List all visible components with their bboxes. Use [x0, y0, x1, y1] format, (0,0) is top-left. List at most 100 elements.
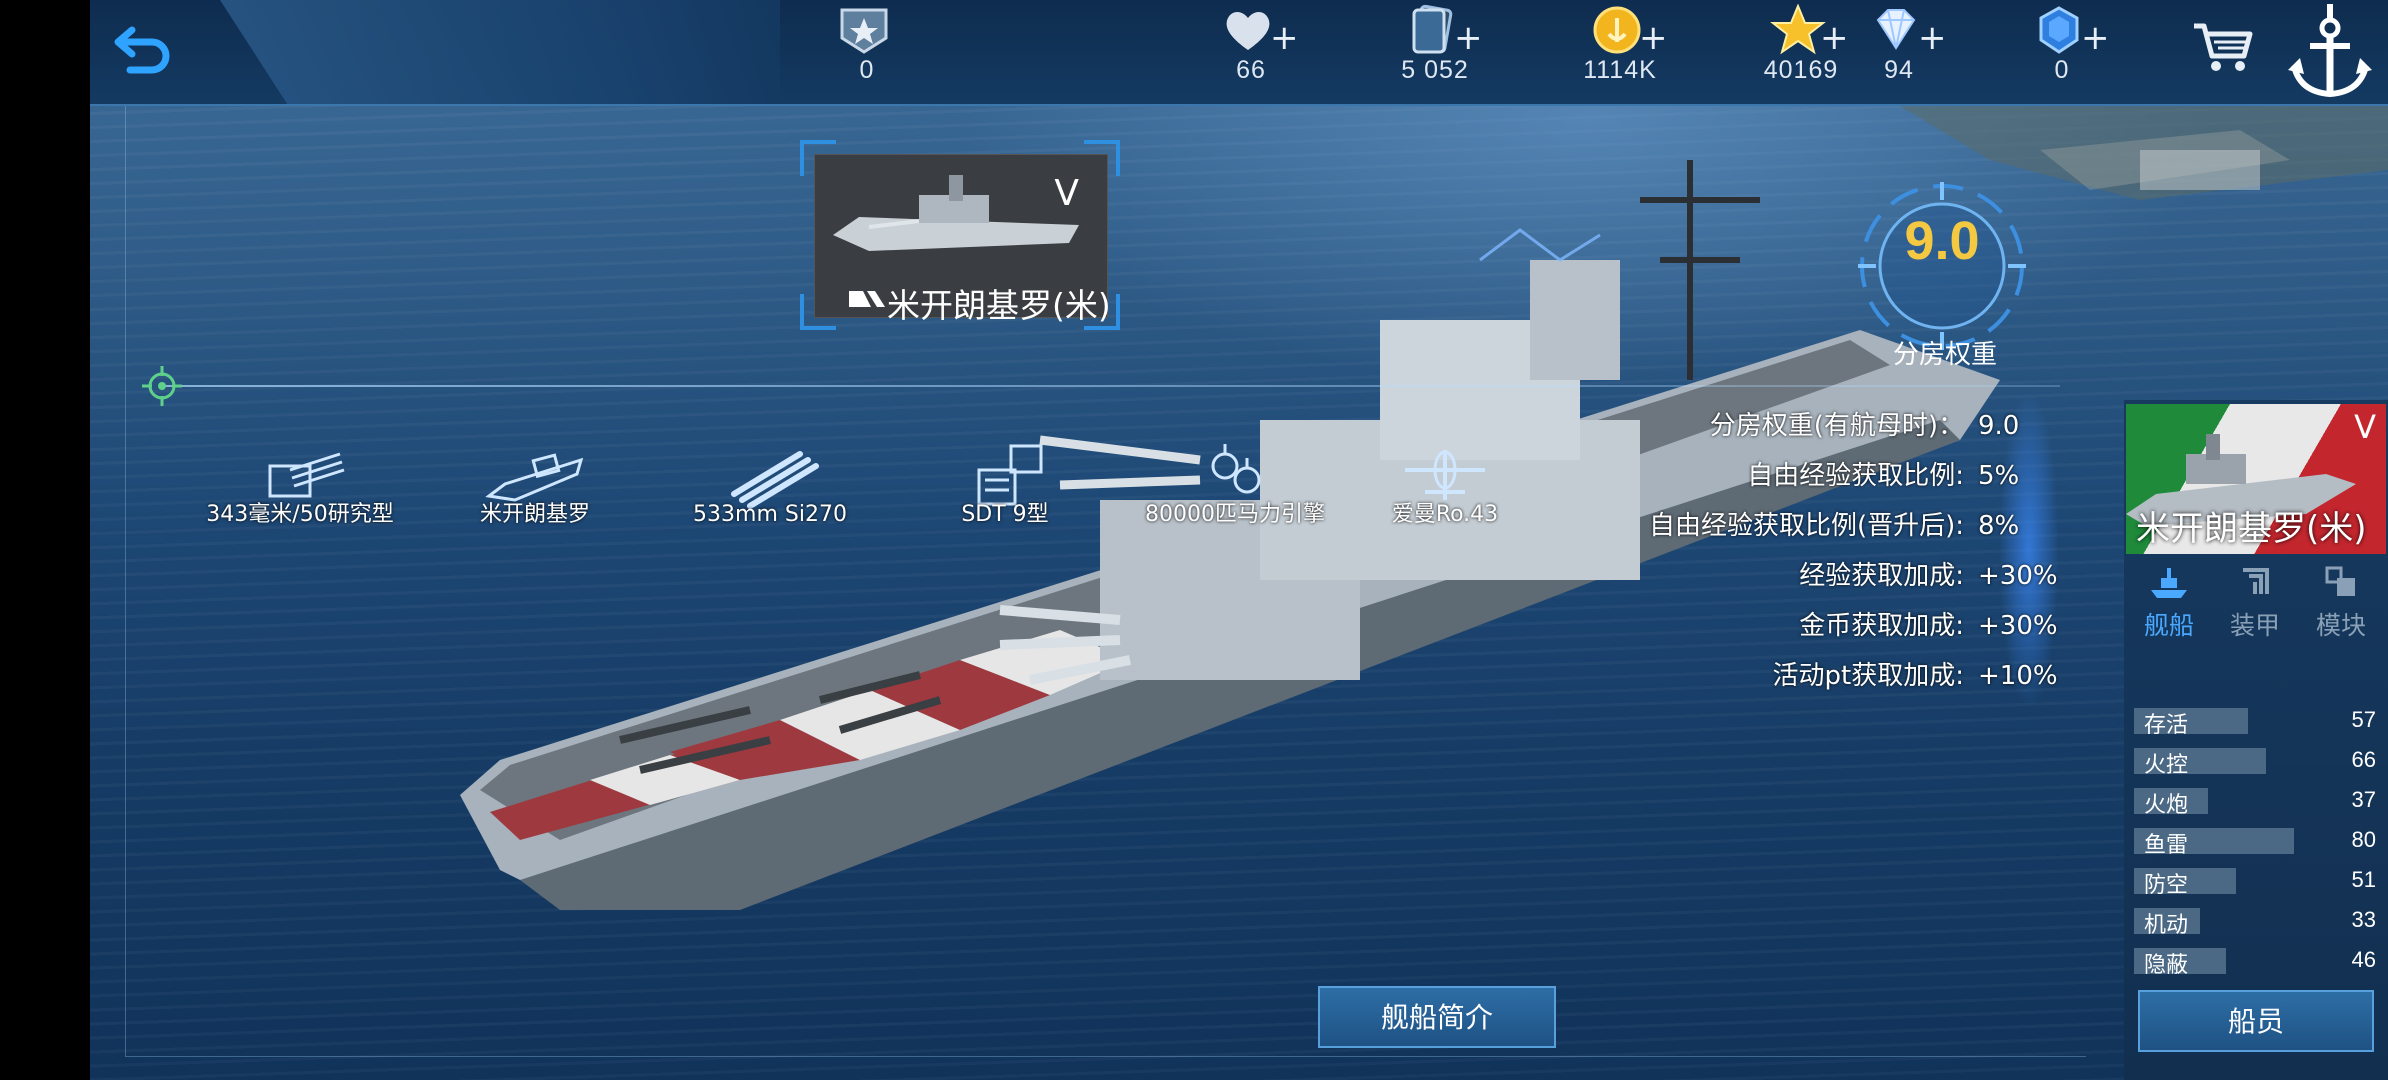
module-aircraft[interactable]: 爱曼Ro.43: [1340, 440, 1550, 560]
module-fire-control[interactable]: SDT 9型: [900, 440, 1110, 560]
attribute-label: 火炮: [2144, 793, 2189, 818]
card-icon: [1412, 4, 1453, 54]
resource-coins[interactable]: + 1114K: [1555, 4, 1685, 100]
attribute-row: 鱼雷 80: [2134, 824, 2384, 858]
blue-gem-icon: [2039, 6, 2079, 54]
stat-value: 5%: [1978, 461, 2020, 491]
hearts-value: 66: [1236, 56, 1266, 84]
gold-coin-icon: [1593, 6, 1641, 54]
module-label: SDT 9型: [961, 502, 1049, 527]
stat-label: 自由经验获取比例(晋升后):: [1648, 511, 1964, 541]
module-label: 343毫米/50研究型: [206, 502, 394, 527]
tab-armor[interactable]: 装甲: [2212, 556, 2298, 642]
attribute-row: 机动 33: [2134, 904, 2384, 938]
module-torpedo[interactable]: 533mm Si270: [665, 440, 875, 560]
resource-rank[interactable]: 0: [802, 4, 932, 100]
stat-label: 活动pt获取加成:: [1772, 661, 1964, 691]
resource-diamonds[interactable]: + 94: [1834, 4, 1964, 100]
attribute-label: 机动: [2144, 913, 2189, 938]
attribute-value: 37: [2351, 787, 2376, 812]
torpedo-icon: [731, 451, 819, 509]
module-engine[interactable]: 80000匹马力引擎: [1130, 440, 1340, 560]
plus-icon[interactable]: +: [1270, 18, 1299, 58]
heart-icon: [1226, 12, 1270, 50]
attribute-value: 80: [2351, 827, 2376, 852]
stat-value: +30%: [1978, 611, 2058, 641]
shopping-cart-icon[interactable]: [2190, 18, 2256, 74]
stat-row: 金币获取加成: +30%: [1799, 605, 2068, 645]
card-body: V 米开朗基罗(米): [814, 154, 1111, 325]
module-label: 爱曼Ro.43: [1391, 502, 1499, 527]
tab-label: 舰船: [2143, 611, 2194, 640]
left-black-margin: [0, 0, 90, 1080]
ship-card[interactable]: V 米开朗基罗(米): [800, 140, 1120, 330]
crosshair-icon: [142, 366, 182, 406]
stat-row: 自由经验获取比例: 5%: [1747, 455, 2068, 495]
tab-ship[interactable]: 舰船: [2126, 556, 2212, 642]
stat-row: 分房权重(有航母时)： 9.0: [1710, 405, 2068, 445]
back-arrow-icon[interactable]: [112, 22, 174, 78]
diamonds-value: 94: [1884, 56, 1914, 84]
attribute-row: 火控 66: [2134, 744, 2384, 778]
main-gun-turret-icon: [268, 452, 345, 498]
attribute-label: 防空: [2144, 873, 2189, 898]
ship-name: 米开朗基罗(米): [887, 286, 1111, 325]
tab-label: 模块: [2315, 611, 2366, 640]
module-label: 米开朗基罗: [479, 502, 590, 527]
tab-label: 装甲: [2229, 611, 2280, 640]
attribute-value: 66: [2351, 747, 2376, 772]
plus-icon[interactable]: +: [1639, 18, 1668, 58]
rank-value: 0: [859, 56, 875, 84]
armor-tab-icon: [2243, 568, 2269, 594]
aircraft-icon: [1405, 450, 1485, 500]
attribute-value: 51: [2351, 867, 2376, 892]
tab-module[interactable]: 模块: [2298, 556, 2384, 642]
matchmaking-weight-label: 分房权重: [1892, 340, 1997, 370]
stat-label: 金币获取加成:: [1799, 611, 1964, 641]
plus-icon[interactable]: +: [1918, 18, 1947, 58]
plus-icon[interactable]: +: [2081, 18, 2110, 58]
rank-badge-icon: [840, 8, 888, 54]
attribute-row: 火炮 37: [2134, 784, 2384, 818]
stat-value: +10%: [1978, 661, 2058, 691]
engine-icon: [1211, 444, 1261, 494]
ship-thumbnail: [833, 175, 1079, 251]
stat-label: 经验获取加成:: [1799, 561, 1964, 591]
attribute-label: 火控: [2144, 753, 2189, 778]
ship-portrait[interactable]: V 米开朗基罗(米): [2126, 404, 2386, 554]
attribute-row: 防空 51: [2134, 864, 2384, 898]
portrait-ship-name: 米开朗基罗(米): [2136, 509, 2367, 549]
coins-value: 1114K: [1583, 56, 1657, 84]
attribute-label: 隐蔽: [2144, 953, 2189, 978]
stat-row: 经验获取加成: +30%: [1799, 555, 2068, 595]
ship-class-icon: [849, 291, 885, 307]
stat-label: 分房权重(有航母时)：: [1709, 411, 1964, 441]
attribute-label: 鱼雷: [2144, 833, 2189, 858]
portrait-tier: V: [2354, 408, 2376, 446]
attribute-value: 57: [2351, 707, 2376, 732]
resource-gems[interactable]: + 0: [1997, 4, 2127, 100]
star-icon: [1770, 4, 1826, 55]
stat-label: 自由经验获取比例:: [1747, 461, 1964, 491]
resource-cards[interactable]: + 5 052: [1370, 4, 1500, 100]
ship-intro-button[interactable]: 舰船简介: [1318, 986, 1556, 1048]
module-main-gun[interactable]: 343毫米/50研究型: [195, 440, 405, 560]
module-label: 80000匹马力引擎: [1145, 502, 1325, 527]
attribute-value: 33: [2351, 907, 2376, 932]
stat-row: 活动pt获取加成: +10%: [1773, 655, 2068, 695]
crew-button[interactable]: 船员: [2138, 990, 2374, 1052]
resource-hearts[interactable]: + 66: [1186, 4, 1316, 100]
module-label: 533mm Si270: [693, 502, 847, 527]
attribute-label: 存活: [2144, 713, 2189, 738]
module-hull[interactable]: 米开朗基罗: [430, 440, 640, 560]
ship-tab-icon: [2151, 568, 2187, 598]
anchor-port-icon[interactable]: [2280, 0, 2380, 104]
stat-value: +30%: [1978, 561, 2058, 591]
stat-row: 自由经验获取比例(晋升后): 8%: [1649, 505, 2068, 545]
stat-value: 9.0: [1978, 411, 2020, 441]
plus-icon[interactable]: +: [1454, 18, 1483, 58]
gems-value: 0: [2054, 56, 2070, 84]
attribute-row: 隐蔽 46: [2134, 944, 2384, 978]
matchmaking-weight-value: 9.0: [1904, 211, 1980, 271]
ship-tier: V: [1054, 173, 1079, 214]
